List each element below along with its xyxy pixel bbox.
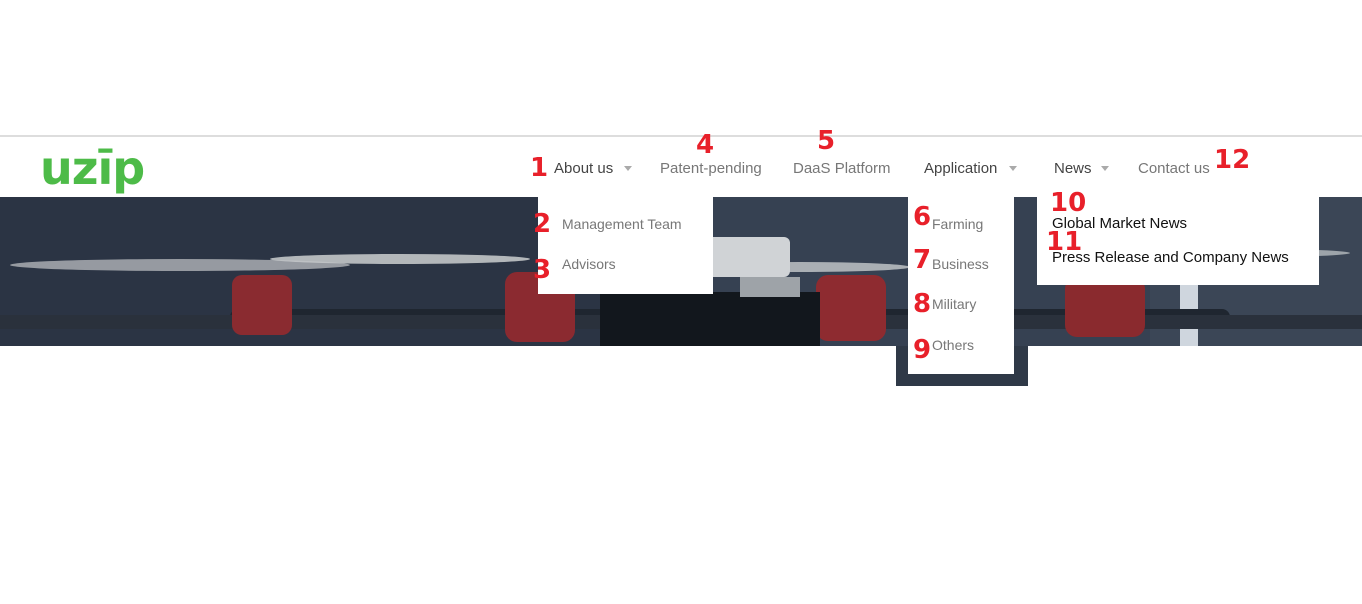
chevron-down-icon	[624, 166, 632, 171]
menu-item-others[interactable]: Others	[932, 337, 974, 353]
annotation-label: 7	[913, 245, 932, 275]
menu-item-business[interactable]: Business	[932, 256, 989, 272]
annotation-label: 11	[1046, 227, 1083, 257]
annotation-label: 3	[533, 255, 552, 285]
annotation-label: 1	[530, 153, 549, 183]
annotation-label: 4	[696, 130, 715, 160]
nav-application[interactable]: Application	[924, 160, 997, 177]
menu-item-management-team[interactable]: Management Team	[562, 216, 682, 232]
annotation-label: 12	[1214, 145, 1251, 175]
menu-item-farming[interactable]: Farming	[932, 216, 983, 232]
chevron-down-icon	[1009, 166, 1017, 171]
annotation-label: 2	[533, 209, 552, 239]
nav-contact-us[interactable]: Contact us	[1138, 160, 1210, 177]
nav-daas-platform[interactable]: DaaS Platform	[793, 160, 891, 177]
annotation-label: 10	[1050, 188, 1087, 218]
annotation-label: 5	[817, 126, 836, 156]
annotation-label: 6	[913, 202, 932, 232]
header-top-border	[0, 135, 1362, 137]
annotation-label: 9	[913, 335, 932, 365]
menu-item-advisors[interactable]: Advisors	[562, 256, 616, 272]
menu-item-military[interactable]: Military	[932, 296, 976, 312]
annotation-label: 8	[913, 289, 932, 319]
nav-about-us[interactable]: About us	[554, 160, 613, 177]
about-us-dropdown: Management Team Advisors	[538, 197, 713, 294]
uzip-logo[interactable]: uzīp	[40, 140, 145, 196]
chevron-down-icon	[1101, 166, 1109, 171]
nav-patent-pending[interactable]: Patent-pending	[660, 160, 762, 177]
nav-news[interactable]: News	[1054, 160, 1092, 177]
menu-item-press-release[interactable]: Press Release and Company News	[1052, 249, 1289, 266]
